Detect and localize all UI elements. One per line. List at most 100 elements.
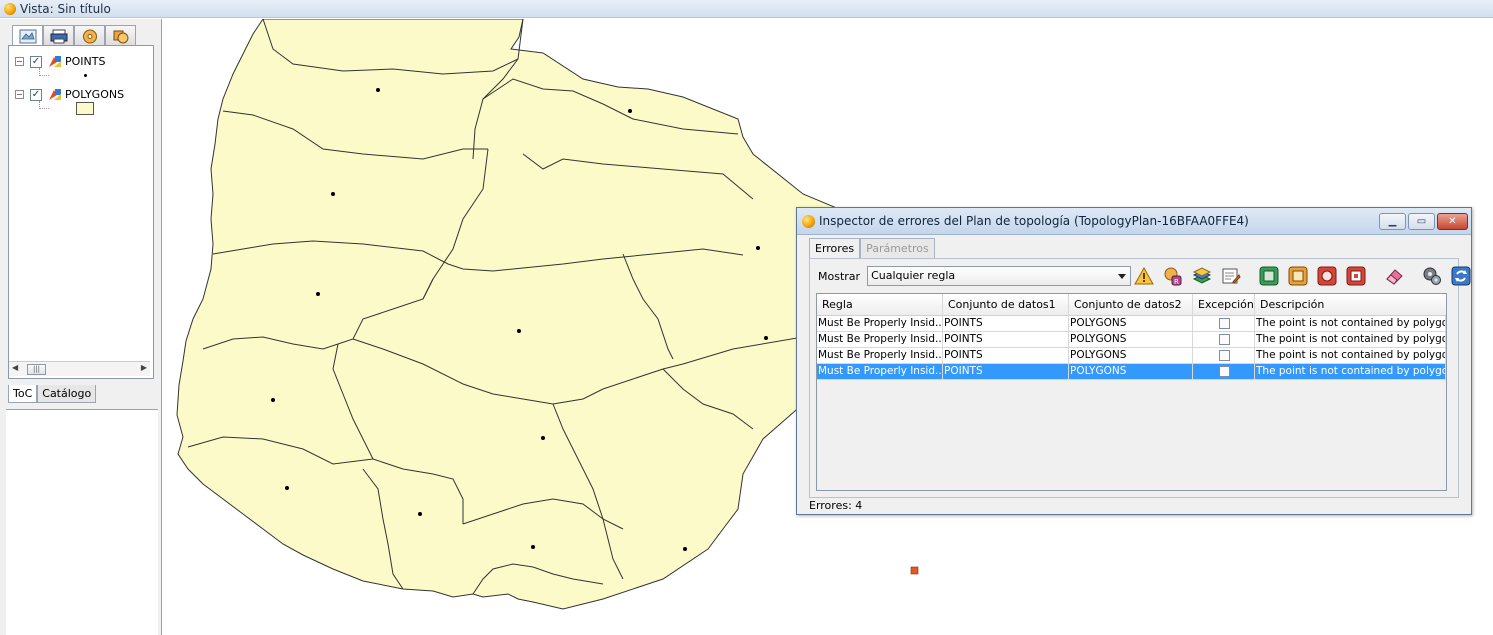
zoom-to-geometry-icon[interactable]	[1315, 265, 1339, 287]
shapes-tab-icon[interactable]	[105, 25, 136, 46]
tree-connector	[39, 108, 49, 109]
layer-name-polygons: POLYGONS	[65, 88, 125, 101]
tree-connector	[39, 75, 49, 76]
point-feature[interactable]	[271, 398, 275, 402]
rule-filter-value: Cualquier regla	[871, 269, 956, 282]
table-row[interactable]: Must Be Properly Insid... POINTS POLYGON…	[817, 316, 1446, 332]
table-header: Regla Conjunto de datos1 Conjunto de dat…	[817, 294, 1446, 316]
window-controls: ▁ ▭ ✕	[1377, 213, 1468, 230]
point-feature[interactable]	[316, 292, 320, 296]
tab-errors[interactable]: Errores	[809, 238, 861, 258]
cell-dataset2: POLYGONS	[1069, 348, 1193, 364]
point-feature[interactable]	[628, 109, 632, 113]
window-title-bar: Vista: Sin título	[0, 0, 1493, 18]
mark-exception-icon[interactable]: R	[1161, 265, 1185, 287]
toc-horizontal-scrollbar[interactable]: ◀ ||| ▶	[9, 361, 150, 376]
cell-dataset2: POLYGONS	[1069, 364, 1193, 380]
rule-filter-dropdown[interactable]: Cualquier regla	[867, 266, 1132, 286]
cell-exception	[1193, 364, 1255, 380]
cell-rule: Must Be Properly Insid...	[817, 316, 943, 332]
toc-top-tabs	[12, 25, 136, 46]
layer-row-points[interactable]: − ✓ POINTS	[15, 55, 105, 68]
exception-checkbox[interactable]	[1218, 318, 1230, 329]
table-row-selected[interactable]: Must Be Properly Insid... POINTS POLYGON…	[817, 364, 1446, 380]
point-feature[interactable]	[764, 336, 768, 340]
dialog-title-bar[interactable]: Inspector de errores del Plan de topolog…	[797, 208, 1471, 235]
zoom-to-feature-icon[interactable]	[1286, 265, 1310, 287]
dialog-tabs: Errores Parámetros	[809, 238, 935, 258]
table-row[interactable]: Must Be Properly Insid... POINTS POLYGON…	[817, 332, 1446, 348]
app-icon	[4, 2, 16, 15]
app-icon	[802, 214, 815, 228]
table-row[interactable]: Must Be Properly Insid... POINTS POLYGON…	[817, 348, 1446, 364]
topology-error-inspector-dialog: Inspector de errores del Plan de topolog…	[796, 207, 1472, 515]
layers-tab-icon[interactable]	[12, 25, 43, 46]
point-feature[interactable]	[541, 436, 545, 440]
cell-rule: Must Be Properly Insid...	[817, 364, 943, 380]
tab-parameters: Parámetros	[860, 238, 935, 258]
column-header-dataset1[interactable]: Conjunto de datos1	[943, 294, 1069, 316]
collapse-icon[interactable]: −	[15, 57, 24, 66]
zoom-to-error-icon[interactable]	[1257, 265, 1281, 287]
layer-name-points: POINTS	[65, 55, 106, 68]
column-header-description[interactable]: Descripción	[1255, 294, 1446, 316]
exception-checkbox[interactable]	[1218, 334, 1230, 345]
refresh-icon[interactable]	[1449, 265, 1473, 287]
print-tab-icon[interactable]	[43, 25, 74, 46]
column-header-dataset2[interactable]: Conjunto de datos2	[1069, 294, 1193, 316]
maximize-icon: ▭	[1416, 216, 1427, 227]
point-feature[interactable]	[285, 486, 289, 490]
select-feature-icon[interactable]	[1344, 265, 1368, 287]
point-feature[interactable]	[683, 547, 687, 551]
exception-checkbox[interactable]	[1218, 350, 1230, 361]
point-feature[interactable]	[756, 246, 760, 250]
cell-dataset1: POINTS	[943, 348, 1069, 364]
toc-bottom-tabs: ToC Catálogo	[8, 385, 97, 403]
tab-toc[interactable]: ToC	[8, 385, 38, 403]
minimize-icon: ▁	[1388, 216, 1397, 227]
errors-panel: Mostrar Cualquier regla R Regla Conjunto…	[809, 258, 1471, 498]
cell-exception	[1193, 316, 1255, 332]
window-title: Vista: Sin título	[20, 1, 111, 16]
toc-panel: − ✓ POINTS − ✓ POLYGONS ◀ ||| ▶ ToC Catá…	[0, 19, 162, 635]
layer-row-polygons[interactable]: − ✓ POLYGONS	[15, 88, 124, 101]
cell-dataset2: POLYGONS	[1069, 316, 1193, 332]
svg-text:R: R	[1174, 278, 1179, 286]
exception-checkbox[interactable]	[1218, 366, 1230, 377]
column-header-rule[interactable]: Regla	[817, 294, 943, 316]
tab-catalog[interactable]: Catálogo	[37, 385, 97, 403]
layer-visibility-checkbox-points[interactable]: ✓	[30, 55, 42, 68]
error-toolbar: R	[1132, 265, 1478, 287]
edit-properties-icon[interactable]	[1219, 265, 1243, 287]
layers-icon[interactable]	[1190, 265, 1214, 287]
point-feature[interactable]	[531, 545, 535, 549]
maximize-button[interactable]: ▭	[1408, 213, 1435, 230]
gears-icon[interactable]	[1420, 265, 1444, 287]
scroll-thumb[interactable]: |||	[27, 364, 46, 375]
collapse-icon[interactable]: −	[15, 90, 24, 99]
minimize-button[interactable]: ▁	[1379, 213, 1406, 230]
scroll-left-icon[interactable]: ◀	[12, 363, 18, 372]
disc-tab-icon[interactable]	[74, 25, 105, 46]
errors-table: Regla Conjunto de datos1 Conjunto de dat…	[816, 293, 1447, 491]
eraser-icon[interactable]	[1382, 265, 1406, 287]
point-symbol-icon	[84, 74, 87, 77]
close-icon: ✕	[1448, 216, 1457, 227]
point-feature[interactable]	[376, 88, 380, 92]
cell-exception	[1193, 348, 1255, 364]
column-header-exception[interactable]: Excepción	[1193, 294, 1255, 316]
layer-visibility-checkbox-polygons[interactable]: ✓	[30, 88, 42, 101]
point-feature[interactable]	[418, 512, 422, 516]
polygon-symbol-icon	[76, 102, 94, 115]
point-feature[interactable]	[331, 192, 335, 196]
errors-count-status: Errores: 4	[809, 499, 863, 512]
cell-description: The point is not contained by polygon.	[1255, 316, 1446, 332]
cell-rule: Must Be Properly Insid...	[817, 332, 943, 348]
scroll-right-icon[interactable]: ▶	[141, 363, 147, 372]
point-feature[interactable]	[517, 329, 521, 333]
show-label: Mostrar	[818, 269, 861, 283]
cell-description: The point is not contained by polygon.	[1255, 348, 1446, 364]
error-marker-icon[interactable]	[910, 566, 919, 575]
warning-icon[interactable]	[1132, 265, 1156, 287]
close-button[interactable]: ✕	[1437, 213, 1468, 230]
